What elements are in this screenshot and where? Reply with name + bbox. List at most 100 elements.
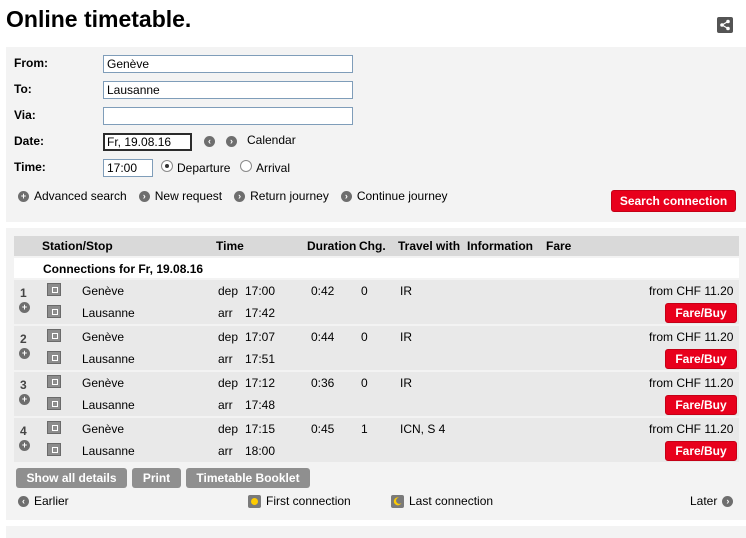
fare-buy-button[interactable]: Fare/Buy — [665, 441, 737, 461]
changes: 1 — [361, 422, 368, 436]
from-station: Genève — [82, 376, 125, 390]
connection-row[interactable]: 3 + Genève Lausanne dep 17:12 arr 17:48 … — [14, 372, 739, 416]
chevron-right-icon[interactable]: › — [226, 136, 237, 147]
dep-label: dep — [218, 330, 239, 344]
arr-label: arr — [218, 398, 233, 412]
connection-row[interactable]: 2 + Genève Lausanne dep 17:07 arr 17:51 … — [14, 326, 739, 370]
fare-buy-button[interactable]: Fare/Buy — [665, 349, 737, 369]
connection-number: 2 — [20, 332, 27, 346]
results-header: Station/Stop Time Duration Chg. Travel w… — [14, 236, 739, 256]
duration: 0:42 — [311, 284, 335, 298]
chevron-right-icon: › — [722, 495, 734, 507]
calendar-link[interactable]: Calendar — [247, 133, 296, 147]
advanced-search-link[interactable]: + Advanced search — [18, 189, 127, 203]
time-input[interactable] — [103, 159, 153, 177]
header-travel: Travel with — [398, 239, 461, 253]
share-icon[interactable] — [717, 17, 733, 33]
chevron-left-icon[interactable]: ‹ — [204, 136, 215, 147]
new-request-link[interactable]: › New request — [138, 189, 222, 203]
plus-icon: + — [18, 190, 29, 202]
changes: 0 — [361, 330, 368, 344]
results-panel: Station/Stop Time Duration Chg. Travel w… — [6, 228, 746, 520]
header-time: Time — [216, 239, 244, 253]
to-station: Lausanne — [82, 398, 135, 412]
via-input[interactable] — [103, 107, 353, 125]
station-icon — [47, 283, 61, 296]
station-icon — [47, 305, 61, 318]
fare-price: from CHF 11.20 — [649, 330, 734, 344]
search-connection-button[interactable]: Search connection — [611, 190, 736, 212]
connection-number: 3 — [20, 378, 27, 392]
connection-row[interactable]: 1 + Genève Lausanne dep 17:00 arr 17:42 … — [14, 280, 739, 324]
date-label: Date: — [14, 134, 45, 148]
connection-row[interactable]: 4 + Genève Lausanne dep 17:15 arr 18:00 … — [14, 418, 739, 462]
page-title: Online timetable. — [6, 6, 192, 32]
later-link[interactable]: Later › — [690, 494, 734, 508]
arr-time: 17:42 — [245, 306, 276, 320]
dep-label: dep — [218, 376, 239, 390]
connections-for-label: Connections for Fr, 19.08.16 — [14, 258, 739, 278]
arrival-radio[interactable] — [240, 160, 252, 172]
plus-icon[interactable]: + — [19, 302, 30, 313]
changes: 0 — [361, 376, 368, 390]
moon-icon — [391, 494, 404, 508]
arr-label: arr — [218, 444, 233, 458]
changes: 0 — [361, 284, 368, 298]
dep-label: dep — [218, 284, 239, 298]
from-station: Genève — [82, 284, 125, 298]
to-station: Lausanne — [82, 352, 135, 366]
last-connection-link[interactable]: Last connection — [391, 494, 493, 508]
print-button[interactable]: Print — [132, 468, 181, 488]
chevron-right-icon: › — [340, 190, 352, 202]
dep-label: dep — [218, 422, 239, 436]
connection-number: 4 — [20, 424, 27, 438]
plus-icon[interactable]: + — [19, 348, 30, 359]
return-journey-link[interactable]: › Return journey — [234, 189, 329, 203]
to-station: Lausanne — [82, 444, 135, 458]
to-input[interactable] — [103, 81, 353, 99]
arrival-label: Arrival — [256, 161, 291, 175]
header-fare: Fare — [546, 239, 572, 253]
duration: 0:36 — [311, 376, 335, 390]
first-connection-link[interactable]: First connection — [248, 494, 351, 508]
header-changes: Chg. — [359, 239, 386, 253]
from-input[interactable] — [103, 55, 353, 73]
travel-with: ICN, S 4 — [400, 422, 446, 436]
travel-with: IR — [400, 376, 412, 390]
earlier-link[interactable]: ‹ Earlier — [18, 494, 69, 508]
show-all-details-button[interactable]: Show all details — [16, 468, 127, 488]
connection-number: 1 — [20, 286, 27, 300]
from-label: From: — [14, 56, 48, 70]
arr-time: 17:51 — [245, 352, 276, 366]
fare-buy-button[interactable]: Fare/Buy — [665, 395, 737, 415]
share-glyph — [720, 19, 730, 31]
departure-radio[interactable] — [161, 160, 173, 172]
date-input[interactable] — [103, 133, 192, 151]
arr-time: 17:48 — [245, 398, 276, 412]
arr-label: arr — [218, 352, 233, 366]
from-station: Genève — [82, 330, 125, 344]
continue-journey-link[interactable]: › Continue journey — [340, 189, 448, 203]
chevron-right-icon: › — [234, 190, 246, 202]
station-icon — [47, 329, 61, 342]
chevron-right-icon: › — [138, 190, 150, 202]
dep-time: 17:07 — [245, 330, 276, 344]
plus-icon[interactable]: + — [19, 440, 30, 451]
fare-price: from CHF 11.20 — [649, 284, 734, 298]
form-links: + Advanced search › New request › Return jo… — [18, 189, 448, 203]
time-label: Time: — [14, 160, 46, 174]
departure-label: Departure — [177, 161, 231, 175]
dep-time: 17:15 — [245, 422, 276, 436]
plus-icon[interactable]: + — [19, 394, 30, 405]
station-icon — [47, 375, 61, 388]
travel-with: IR — [400, 284, 412, 298]
fare-price: from CHF 11.20 — [649, 376, 734, 390]
timetable-booklet-button[interactable]: Timetable Booklet — [186, 468, 310, 488]
header-duration: Duration — [307, 239, 357, 253]
to-station: Lausanne — [82, 306, 135, 320]
fare-buy-button[interactable]: Fare/Buy — [665, 303, 737, 323]
via-label: Via: — [14, 108, 36, 122]
bottom-panel — [6, 526, 746, 538]
arr-time: 18:00 — [245, 444, 276, 458]
header-station: Station/Stop — [42, 239, 113, 253]
